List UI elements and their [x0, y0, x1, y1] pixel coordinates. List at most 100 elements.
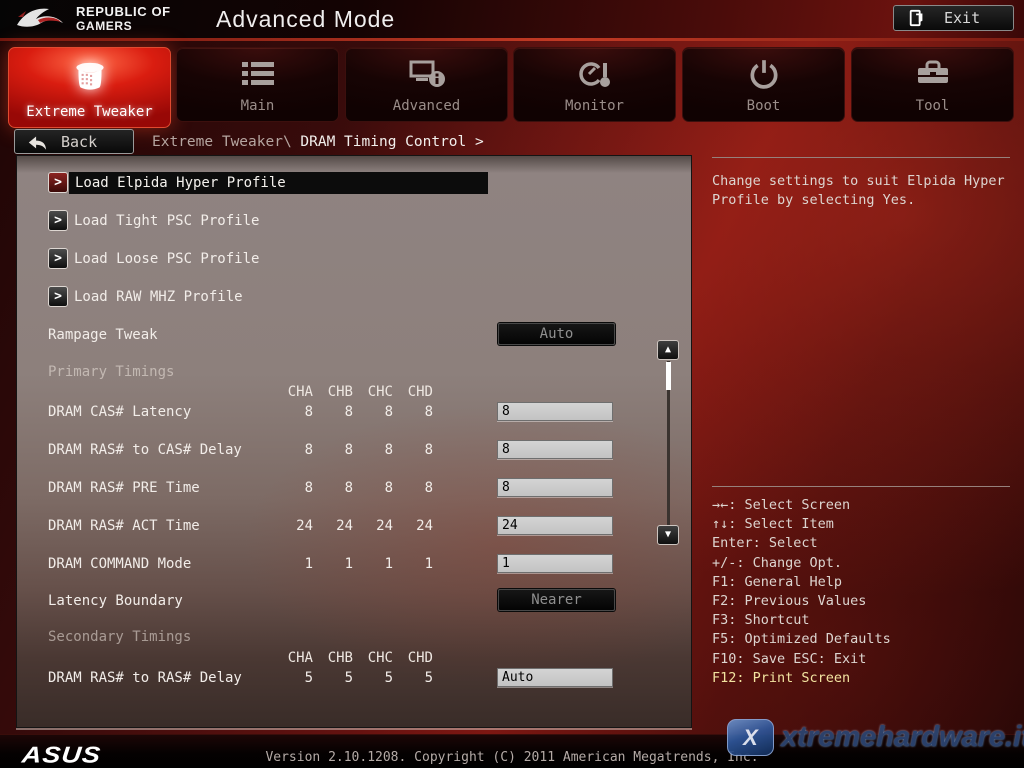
list-item-load-loose-psc-profile[interactable]: >Load Loose PSC Profile	[48, 248, 265, 270]
col-header-chb: CHB	[313, 384, 353, 400]
cha-value: 1	[273, 553, 313, 575]
col-header-cha: CHA	[273, 650, 313, 666]
exit-icon	[908, 8, 926, 28]
chd-value: 1	[393, 553, 433, 575]
setting-label: DRAM CAS# Latency	[48, 401, 191, 423]
settings-panel: >Load Elpida Hyper Profile >Load Tight P…	[16, 155, 692, 728]
exit-label: Exit	[944, 9, 980, 27]
cha-value: 8	[273, 401, 313, 423]
advanced-info-icon	[346, 58, 507, 94]
key-legend-line: F3: Shortcut	[712, 611, 891, 630]
sidebar-divider-keys	[712, 486, 1010, 487]
chd-value: 8	[393, 401, 433, 423]
watermark-badge-icon: X	[727, 719, 774, 756]
chb-value: 8	[313, 439, 353, 461]
list-item-load-raw-mhz-profile[interactable]: >Load RAW MHZ Profile	[48, 286, 249, 308]
chc-value: 8	[353, 439, 393, 461]
col-header-chb: CHB	[313, 650, 353, 666]
breadcrumb-parent[interactable]: Extreme Tweaker\	[152, 134, 300, 150]
tab-main[interactable]: Main	[176, 47, 339, 122]
key-legend-line: →←: Select Screen	[712, 496, 891, 515]
header-accent-line	[0, 38, 1024, 41]
latency-boundary-select[interactable]: Nearer	[498, 589, 615, 611]
setting-label: DRAM RAS# to RAS# Delay	[48, 667, 242, 689]
dram-command-mode-input[interactable]	[497, 554, 613, 573]
selected-item-label[interactable]: Load Elpida Hyper Profile	[69, 172, 488, 194]
sidebar-divider-top	[712, 157, 1010, 158]
col-header-chc: CHC	[353, 650, 393, 666]
tab-label: Main	[177, 98, 338, 114]
exit-button[interactable]: Exit	[893, 5, 1014, 31]
scroll-down-button[interactable]: ▼	[657, 525, 679, 545]
tab-label: Tool	[852, 98, 1013, 114]
chc-value: 24	[353, 515, 393, 537]
rampage-tweak-select[interactable]: Auto	[498, 323, 615, 345]
chc-value: 5	[353, 667, 393, 689]
latency-boundary-label: Latency Boundary	[48, 590, 183, 612]
tab-label: Monitor	[514, 98, 675, 114]
list-item-load-tight-psc-profile[interactable]: >Load Tight PSC Profile	[48, 210, 265, 232]
chd-value: 8	[393, 439, 433, 461]
scroll-up-button[interactable]: ▲	[657, 340, 679, 360]
cha-value: 5	[273, 667, 313, 689]
tab-advanced[interactable]: Advanced	[345, 47, 508, 122]
col-header-chd: CHD	[393, 384, 433, 400]
chc-value: 8	[353, 477, 393, 499]
scrollbar-thumb[interactable]	[666, 362, 671, 390]
key-legend-line: ↑↓: Select Item	[712, 515, 891, 534]
chb-value: 8	[313, 401, 353, 423]
chb-value: 5	[313, 667, 353, 689]
tab-tool[interactable]: Tool	[851, 47, 1014, 122]
back-arrow-icon	[27, 133, 47, 151]
extreme-tweaker-icon	[9, 58, 170, 100]
cha-value: 24	[273, 515, 313, 537]
bios-screen: REPUBLIC OF GAMERS Advanced Mode Exit	[0, 0, 1024, 768]
chd-value: 24	[393, 515, 433, 537]
dram-ras-to-ras-delay-input[interactable]	[497, 668, 613, 687]
secondary-timings-section-title: Secondary Timings	[48, 629, 191, 645]
tab-monitor[interactable]: Monitor	[513, 47, 676, 122]
primary-timings-section-title: Primary Timings	[48, 364, 174, 380]
chc-value: 1	[353, 553, 393, 575]
tab-extreme-tweaker[interactable]: Extreme Tweaker	[8, 47, 171, 128]
chb-value: 8	[313, 477, 353, 499]
help-text: Change settings to suit Elpida Hyper Pro…	[712, 172, 1014, 210]
page-title: Advanced Mode	[216, 6, 395, 33]
item-label[interactable]: Load Loose PSC Profile	[68, 248, 265, 270]
tab-label: Advanced	[346, 98, 507, 114]
chd-value: 8	[393, 477, 433, 499]
dram-ras-act-time-input[interactable]	[497, 516, 613, 535]
item-label[interactable]: Load Tight PSC Profile	[68, 210, 265, 232]
chc-value: 8	[353, 401, 393, 423]
back-button[interactable]: Back	[14, 129, 134, 154]
tab-label: Boot	[683, 98, 844, 114]
submenu-arrow-icon[interactable]: >	[48, 210, 68, 231]
main-list-icon	[177, 58, 338, 94]
setting-label: DRAM RAS# PRE Time	[48, 477, 200, 499]
list-item-load-elpida-hyper-profile[interactable]: >Load Elpida Hyper Profile	[48, 172, 488, 194]
tab-boot[interactable]: Boot	[682, 47, 845, 122]
dram-cas-latency-input[interactable]	[497, 402, 613, 421]
header-bar: REPUBLIC OF GAMERS Advanced Mode Exit	[0, 0, 1024, 38]
key-legend-line: +/-: Change Opt.	[712, 554, 891, 573]
brand-line-1: REPUBLIC OF	[76, 5, 171, 19]
dram-ras-pre-time-input[interactable]	[497, 478, 613, 497]
key-legend-line: F5: Optimized Defaults	[712, 630, 891, 649]
monitor-gauge-icon	[514, 58, 675, 94]
chb-value: 1	[313, 553, 353, 575]
chb-value: 24	[313, 515, 353, 537]
key-legend-line-f12: F12: Print Screen	[712, 669, 891, 688]
brand-line-2: GAMERS	[76, 19, 171, 33]
submenu-arrow-icon[interactable]: >	[48, 248, 68, 269]
submenu-arrow-icon[interactable]: >	[48, 286, 68, 307]
brand-text: REPUBLIC OF GAMERS	[76, 5, 171, 33]
col-header-chc: CHC	[353, 384, 393, 400]
scroll-up-icon: ▲	[665, 344, 671, 355]
item-label[interactable]: Load RAW MHZ Profile	[68, 286, 249, 308]
key-legend: →←: Select Screen ↑↓: Select Item Enter:…	[712, 496, 891, 688]
breadcrumb: Extreme Tweaker\ DRAM Timing Control >	[152, 134, 484, 150]
dram-ras-to-cas-delay-input[interactable]	[497, 440, 613, 459]
back-label: Back	[61, 133, 97, 151]
setting-label: DRAM COMMAND Mode	[48, 553, 191, 575]
submenu-arrow-icon[interactable]: >	[48, 172, 68, 193]
